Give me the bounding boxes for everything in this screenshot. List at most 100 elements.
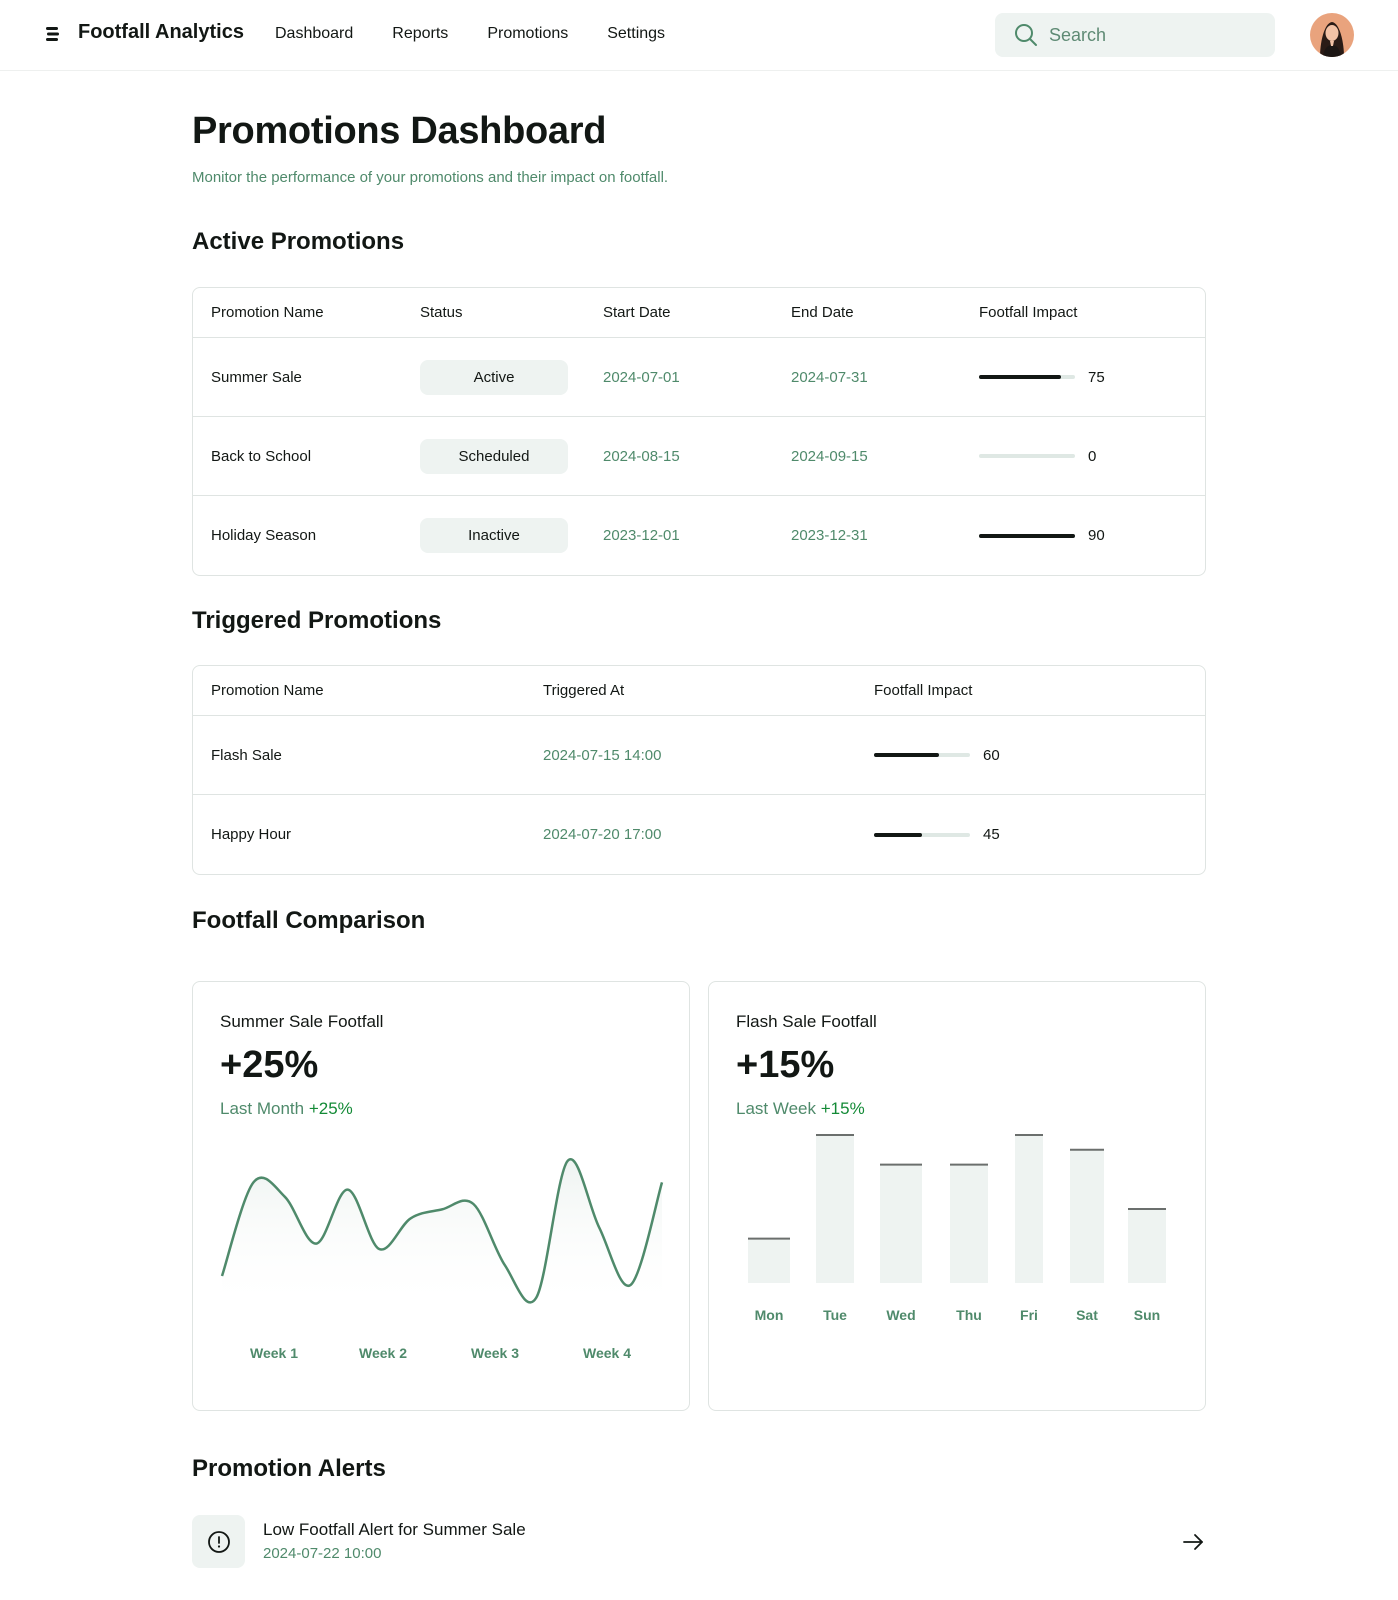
impact-bar [979, 454, 1075, 458]
promotion-name: Holiday Season [211, 527, 317, 544]
status-badge[interactable]: Inactive [420, 518, 568, 553]
triggered-promotions-title: Triggered Promotions [192, 607, 442, 634]
start-date: 2024-07-01 [603, 368, 680, 386]
category-label: Mon [755, 1307, 784, 1323]
alert-circle-icon [207, 1530, 230, 1553]
footfall-impact: 75 [979, 338, 1105, 416]
impact-bar [874, 832, 970, 837]
category-label: Sun [1134, 1307, 1160, 1323]
main-nav: Dashboard Reports Promotions Settings [275, 25, 704, 43]
promotion-name: Happy Hour [211, 826, 292, 843]
column-header[interactable]: Promotion Name [211, 288, 324, 337]
app-logo-icon[interactable] [44, 25, 62, 43]
alert-icon-box [192, 1515, 245, 1568]
table-row[interactable]: Happy Hour 2024-07-20 17:00 45 [193, 795, 1205, 874]
column-header[interactable]: Promotion Name [211, 666, 324, 715]
category-label: Wed [886, 1307, 915, 1323]
start-date: 2024-08-15 [603, 447, 680, 465]
end-date: 2023-12-31 [791, 527, 868, 544]
active-promotions-title: Active Promotions [192, 228, 405, 255]
app-title[interactable]: Footfall Analytics [78, 21, 244, 44]
category-label: Fri [1020, 1307, 1038, 1323]
x-tick-label: Week 3 [471, 1345, 519, 1361]
top-navbar: Footfall Analytics Dashboard Reports Pro… [0, 0, 1398, 71]
nav-item-dashboard[interactable]: Dashboard [275, 25, 353, 43]
line-chart: Week 1 Week 2 Week 3 Week 4 [220, 1158, 664, 1361]
impact-bar-fill [979, 375, 1061, 379]
bar [1070, 1149, 1104, 1283]
status-badge[interactable]: Active [420, 359, 568, 395]
column-header[interactable]: Triggered At [543, 666, 624, 715]
impact-bar-fill [979, 533, 1075, 538]
alert-time: 2024-07-22 10:00 [263, 1545, 382, 1562]
user-avatar-icon [1310, 13, 1354, 57]
bar [748, 1238, 790, 1283]
x-tick-label: Week 4 [583, 1345, 631, 1361]
page-subtitle: Monitor the performance of your promotio… [192, 169, 669, 186]
search-input[interactable] [1049, 24, 1249, 46]
alert-title: Low Footfall Alert for Summer Sale [263, 1520, 526, 1539]
category-label: Sat [1076, 1307, 1098, 1323]
category-label: Thu [956, 1307, 982, 1323]
status-badge[interactable]: Scheduled [420, 438, 568, 474]
nav-item-promotions[interactable]: Promotions [487, 25, 568, 43]
start-date: 2023-12-01 [603, 527, 680, 544]
table-row[interactable]: Summer Sale Active 2024-07-01 2024-07-31… [193, 338, 1205, 417]
bar [880, 1164, 922, 1283]
impact-bar-fill [874, 753, 940, 757]
impact-bar [874, 753, 970, 757]
impact-bar-fill [874, 832, 922, 837]
x-tick-label: Week 1 [250, 1345, 298, 1361]
impact-value: 45 [983, 826, 1000, 843]
end-date: 2024-09-15 [791, 447, 868, 465]
column-header[interactable]: Start Date [603, 288, 671, 337]
impact-bar [979, 375, 1075, 379]
arrow-right-icon[interactable] [1180, 1529, 1206, 1555]
impact-bar [979, 533, 1075, 538]
bar [1015, 1135, 1043, 1283]
search-icon [1015, 24, 1037, 46]
page-title: Promotions Dashboard [192, 110, 607, 152]
table-row[interactable]: Flash Sale 2024-07-15 14:00 60 [193, 716, 1205, 795]
nav-item-reports[interactable]: Reports [392, 25, 448, 43]
x-tick-label: Week 2 [359, 1345, 407, 1361]
bar-chart: Mon Tue Wed Thu Fri Sat Sun [748, 1134, 1166, 1323]
promotion-name: Back to School [211, 447, 312, 465]
table-header: Promotion Name Status Start Date End Dat… [193, 288, 1205, 338]
flash-sale-footfall-card: Flash Sale Footfall +15% Last Week +15% … [708, 981, 1206, 1411]
line-area [222, 1159, 662, 1312]
triggered-promotions-table: Promotion Name Triggered At Footfall Imp… [192, 665, 1206, 875]
footfall-impact: 90 [979, 496, 1105, 575]
column-header[interactable]: End Date [791, 288, 854, 337]
search-box[interactable] [995, 13, 1275, 57]
impact-value: 0 [1088, 447, 1097, 465]
table-header: Promotion Name Triggered At Footfall Imp… [193, 666, 1205, 716]
impact-value: 75 [1088, 368, 1105, 386]
bar [1128, 1209, 1166, 1283]
table-row[interactable]: Holiday Season Inactive 2023-12-01 2023-… [193, 496, 1205, 575]
column-header[interactable]: Footfall Impact [979, 288, 1077, 337]
footfall-impact: 0 [979, 417, 1096, 495]
promotion-alerts-title: Promotion Alerts [192, 1455, 386, 1482]
column-header[interactable]: Status [420, 288, 463, 337]
footfall-impact: 45 [874, 795, 1000, 874]
summer-sale-footfall-card: Summer Sale Footfall +25% Last Month +25… [192, 981, 690, 1411]
promotion-name: Summer Sale [211, 368, 302, 386]
column-header[interactable]: Footfall Impact [874, 666, 972, 715]
alert-item[interactable]: Low Footfall Alert for Summer Sale 2024-… [192, 1515, 1206, 1569]
nav-item-settings[interactable]: Settings [607, 25, 665, 43]
impact-value: 60 [983, 746, 1000, 764]
avatar[interactable] [1310, 13, 1354, 57]
promotion-name: Flash Sale [211, 746, 282, 764]
end-date: 2024-07-31 [791, 368, 868, 386]
footfall-comparison-title: Footfall Comparison [192, 907, 426, 934]
active-promotions-table: Promotion Name Status Start Date End Dat… [192, 287, 1206, 576]
bar [950, 1164, 988, 1283]
bar [816, 1135, 854, 1283]
footfall-impact: 60 [874, 716, 1000, 794]
triggered-at: 2024-07-15 14:00 [543, 746, 662, 764]
triggered-at: 2024-07-20 17:00 [543, 826, 662, 843]
impact-value: 90 [1088, 527, 1105, 544]
table-row[interactable]: Back to School Scheduled 2024-08-15 2024… [193, 417, 1205, 496]
category-label: Tue [823, 1307, 847, 1323]
